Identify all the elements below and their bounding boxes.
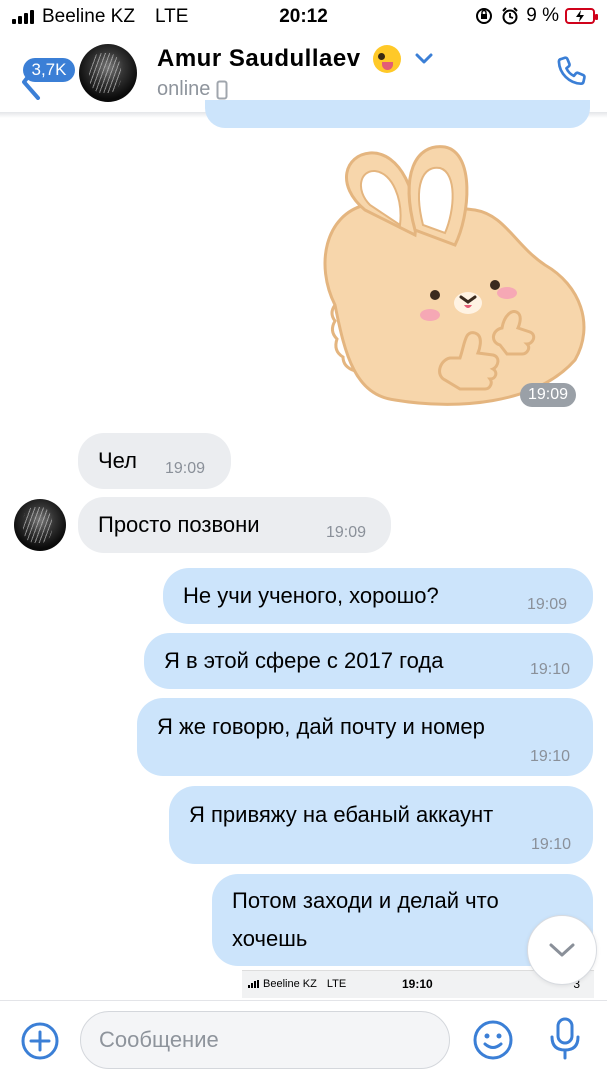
previous-message-bubble-bottom [205,100,590,128]
bunny-sticker-icon [323,145,586,406]
nested-signal-icon [248,980,259,988]
message-composer [0,1000,607,1080]
unread-count-badge: 3,7K [23,58,75,82]
message-text-line-1: Потом заходи и делай что [232,888,499,913]
nested-status-left: Beeline KZ LTE [248,978,346,990]
status-right: 9 % [474,5,598,27]
status-bar: Beeline KZ LTE 20:12 9 % [0,0,607,34]
contact-avatar[interactable] [79,44,137,102]
battery-percent: 9 % [526,5,559,26]
attach-button[interactable] [20,1021,60,1066]
message-time: 19:10 [530,748,571,765]
message-input[interactable] [80,1011,450,1069]
message-text: Я же говорю, дай почту и номер [157,714,485,739]
smile-icon [473,1020,513,1060]
outgoing-message[interactable]: Не учи ученого, хорошо? 19:09 [163,568,593,624]
chevron-down-icon[interactable] [415,53,433,65]
sender-avatar[interactable] [14,499,66,551]
mobile-device-icon [216,80,228,99]
message-time: 19:09 [165,460,206,477]
back-button[interactable]: 3,7K [14,46,75,100]
phone-icon [557,56,586,86]
alarm-icon [502,7,518,25]
contact-title[interactable]: Amur Saudullaev [157,45,433,73]
message-text: Чел [98,448,138,473]
contact-name: Amur Saudullaev [157,45,361,72]
message-text: Я в этой сфере с 2017 года [164,648,444,673]
incoming-message[interactable]: Просто позвони 19:09 [78,497,391,553]
scroll-to-bottom-button[interactable] [527,915,597,985]
message-text: Просто позвони [98,512,260,537]
battery-icon [565,8,598,24]
nested-network: LTE [326,978,347,990]
message-time: 19:10 [531,836,572,853]
message-text: Я привяжу на ебаный аккаунт [189,802,494,827]
outgoing-message[interactable]: Я же говорю, дай почту и номер 19:10 [137,698,593,776]
emoji-button[interactable] [472,1019,514,1066]
call-button[interactable] [555,54,591,95]
voice-message-button[interactable] [548,1016,582,1067]
status-label: online [157,78,211,100]
message-text-line-2: хочешь [232,926,308,951]
message-time: 19:09 [326,524,367,541]
contact-status: online [157,78,228,101]
nested-time: 19:10 [402,977,433,991]
bunny-thumbs-up-sticker[interactable] [305,135,595,415]
nested-carrier: Beeline KZ [263,978,317,990]
incoming-message[interactable]: Чел 19:09 [78,433,231,489]
chat-screen: Beeline KZ LTE 20:12 9 % 3,7K Amur Saudu… [0,0,607,1080]
message-text: Не учи ученого, хорошо? [183,583,439,608]
sticker-timestamp: 19:09 [520,383,577,407]
message-time: 19:10 [530,661,571,678]
chevron-down-icon [549,943,575,957]
outgoing-message[interactable]: Я в этой сфере с 2017 года 19:10 [144,633,593,689]
plus-circle-icon [21,1022,59,1060]
zany-face-emoji-icon [372,45,401,73]
message-time: 19:09 [527,596,568,613]
rotation-lock-icon [476,8,493,24]
microphone-icon [550,1017,580,1060]
outgoing-message[interactable]: Я привяжу на ебаный аккаунт 19:10 [169,786,593,864]
